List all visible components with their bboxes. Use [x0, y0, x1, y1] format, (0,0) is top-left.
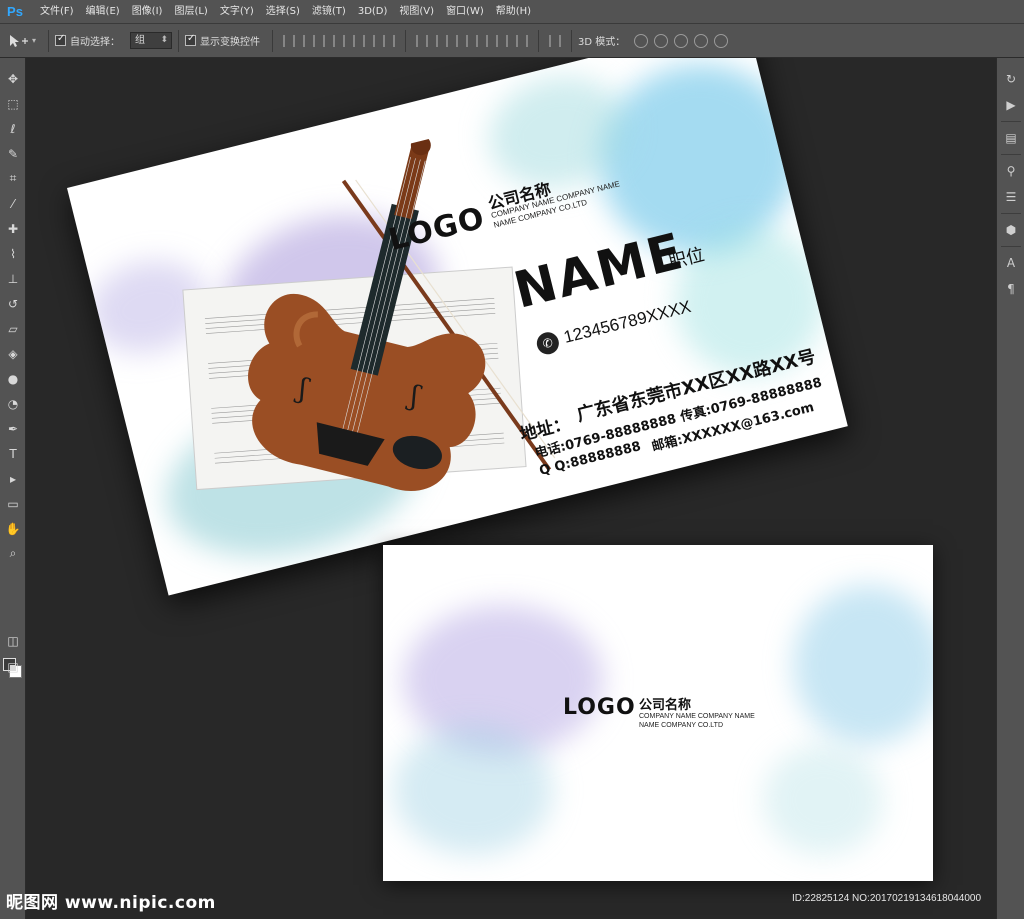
3d-slide-icon[interactable]: [694, 33, 709, 48]
eyedropper-tool-icon[interactable]: ⁄: [0, 191, 26, 216]
3d-roll-icon[interactable]: [654, 33, 669, 48]
history-panel-icon[interactable]: ↻: [997, 66, 1024, 92]
menu-layer[interactable]: 图层(L): [168, 0, 213, 24]
watercolor-blob: [393, 725, 553, 855]
watercolor-blob: [763, 745, 883, 855]
auto-select-checkbox[interactable]: 自动选择：: [55, 33, 120, 48]
tools-panel: ✥ ⬚ ℓ ✎ ⌗ ⁄ ✚ ⌇ ⊥ ↺ ▱ ◈ ● ◔ ✒ T ▸ ▭ ✋ ⌕ …: [0, 58, 26, 919]
pen-tool-icon[interactable]: ✒: [0, 416, 26, 441]
crop-tool-icon[interactable]: ⌗: [0, 166, 26, 191]
separator: [48, 29, 50, 52]
separator: [538, 29, 540, 52]
menu-bar: Ps 文件(F) 编辑(E) 图像(I) 图层(L) 文字(Y) 选择(S) 滤…: [0, 0, 1024, 24]
distribute-right-icon[interactable]: [516, 34, 529, 47]
watercolor-blob: [793, 585, 933, 745]
brush-tool-icon[interactable]: ⌇: [0, 241, 26, 266]
path-selection-tool-icon[interactable]: ▸: [0, 466, 26, 491]
menu-view[interactable]: 视图(V): [393, 0, 440, 24]
separator: [178, 29, 180, 52]
photoshop-logo-icon: Ps: [7, 4, 23, 19]
adjustments-panel-icon[interactable]: ☰: [997, 184, 1024, 210]
auto-select-label: 自动选择：: [70, 37, 121, 48]
panel-dock: ↻ ▶ ▤ ⚲ ☰ ⬢ A ¶: [996, 58, 1024, 919]
quick-mask-icon[interactable]: ◫: [0, 628, 26, 653]
3d-pan-icon[interactable]: [674, 33, 689, 48]
photoshop-window: Ps 文件(F) 编辑(E) 图像(I) 图层(L) 文字(Y) 选择(S) 滤…: [0, 0, 1024, 919]
move-tool-icon[interactable]: ✥: [0, 66, 26, 91]
3d-panel-icon[interactable]: ⬢: [997, 217, 1024, 243]
history-brush-tool-icon[interactable]: ↺: [0, 291, 26, 316]
align-vcenter-icon[interactable]: [303, 34, 316, 47]
align-bottom-icon[interactable]: [323, 34, 336, 47]
blur-tool-icon[interactable]: ●: [0, 366, 26, 391]
menu-edit[interactable]: 编辑(E): [80, 0, 126, 24]
type-tool-icon[interactable]: T: [0, 441, 26, 466]
eraser-tool-icon[interactable]: ▱: [0, 316, 26, 341]
show-transform-controls-checkbox[interactable]: 显示变换控件: [185, 33, 260, 48]
paint-bucket-tool-icon[interactable]: ◈: [0, 341, 26, 366]
menu-window[interactable]: 窗口(W): [440, 0, 490, 24]
align-right-icon[interactable]: [383, 34, 396, 47]
show-transform-label: 显示变换控件: [200, 37, 261, 48]
menu-filter[interactable]: 滤镜(T): [306, 0, 352, 24]
dodge-tool-icon[interactable]: ◔: [0, 391, 26, 416]
back-company-name-en-2: NAME COMPANY CO.LTD: [639, 722, 724, 729]
quick-select-tool-icon[interactable]: ✎: [0, 141, 26, 166]
screen-mode-icon[interactable]: ▣: [0, 654, 26, 679]
zoom-tool-icon[interactable]: ⌕: [0, 541, 26, 566]
hand-tool-icon[interactable]: ✋: [0, 516, 26, 541]
auto-align-layers-icon[interactable]: [549, 34, 562, 47]
back-logo-text: LOGO: [563, 695, 636, 720]
back-company-name-en-1: COMPANY NAME COMPANY NAME: [639, 713, 755, 720]
brush-panel-icon[interactable]: ⚲: [997, 158, 1024, 184]
checkbox-checked-icon: [55, 33, 67, 46]
business-card-front[interactable]: ʃ ʃ LOGO 公司名称 COMPANY NAME COMPANY NAME …: [67, 58, 848, 596]
align-hcenter-icon[interactable]: [363, 34, 376, 47]
distribute-bottom-icon[interactable]: [456, 34, 469, 47]
menu-3d[interactable]: 3D(D): [352, 0, 394, 24]
menu-help[interactable]: 帮助(H): [490, 0, 537, 24]
info-panel-icon[interactable]: ▤: [997, 125, 1024, 151]
watermark-left: 昵图网 www.nipic.com: [6, 893, 216, 913]
clone-stamp-tool-icon[interactable]: ⊥: [0, 266, 26, 291]
paragraph-panel-icon[interactable]: ¶: [997, 276, 1024, 302]
marquee-tool-icon[interactable]: ⬚: [0, 91, 26, 116]
lasso-tool-icon[interactable]: ℓ: [0, 116, 26, 141]
watermark-right: ID:22825124 NO:20170219134618044000: [792, 893, 982, 904]
checkbox-checked-icon: [185, 33, 197, 46]
distribute-top-icon[interactable]: [416, 34, 429, 47]
distribute-vcenter-icon[interactable]: [436, 34, 449, 47]
menu-file[interactable]: 文件(F): [34, 0, 80, 24]
separator: [1000, 246, 1021, 247]
menu-select[interactable]: 选择(S): [260, 0, 306, 24]
back-company-name-cn: 公司名称: [639, 698, 692, 713]
healing-brush-tool-icon[interactable]: ✚: [0, 216, 26, 241]
menu-image[interactable]: 图像(I): [126, 0, 169, 24]
separator: [1000, 121, 1021, 122]
mode-3d-label: 3D 模式：: [578, 37, 626, 48]
distribute-hcenter-icon[interactable]: [496, 34, 509, 47]
menu-type[interactable]: 文字(Y): [214, 0, 260, 24]
separator: [571, 29, 573, 52]
align-left-icon[interactable]: [343, 34, 356, 47]
separator: [272, 29, 274, 52]
options-bar: ▾ 自动选择： 组 显示变换控件 3D 模式：: [0, 24, 1024, 58]
character-panel-icon[interactable]: A: [997, 250, 1024, 276]
actions-panel-icon[interactable]: ▶: [997, 92, 1024, 118]
3d-scale-icon[interactable]: [714, 33, 729, 48]
rectangle-tool-icon[interactable]: ▭: [0, 491, 26, 516]
business-card-back[interactable]: LOGO 公司名称 COMPANY NAME COMPANY NAME NAME…: [383, 545, 933, 881]
auto-select-dropdown[interactable]: 组: [130, 32, 173, 49]
move-tool-preset-icon[interactable]: ▾: [8, 34, 36, 48]
document-canvas[interactable]: ʃ ʃ LOGO 公司名称 COMPANY NAME COMPANY NAME …: [27, 58, 995, 919]
distribute-left-icon[interactable]: [476, 34, 489, 47]
separator: [1000, 213, 1021, 214]
separator: [405, 29, 407, 52]
3d-rotate-icon[interactable]: [634, 33, 649, 48]
align-top-icon[interactable]: [283, 34, 296, 47]
separator: [1000, 154, 1021, 155]
